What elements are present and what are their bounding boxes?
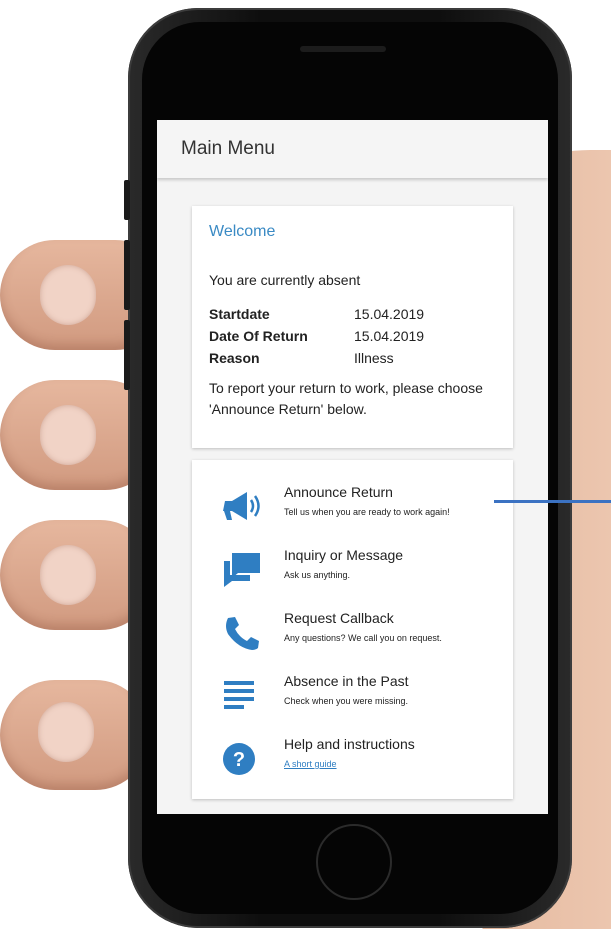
short-guide-link[interactable]: A short guide [284, 759, 337, 769]
side-button [124, 320, 130, 390]
info-label: Startdate [209, 306, 270, 322]
menu-item-label: Request Callback [284, 610, 394, 626]
stage: Main Menu Welcome You are currently abse… [0, 0, 611, 929]
help-icon: ? [223, 743, 255, 775]
menu-item-subtitle: Tell us when you are ready to work again… [284, 507, 450, 517]
info-row-reason: Reason Illness [209, 350, 394, 366]
instruction-text: To report your return to work, please ch… [209, 380, 483, 417]
list-icon [224, 681, 254, 709]
speaker-grille [300, 46, 386, 52]
menu-item-label: Inquiry or Message [284, 547, 404, 563]
svg-text:?: ? [233, 749, 245, 771]
home-button[interactable] [316, 824, 392, 900]
phone-icon [226, 617, 259, 650]
app-bar: Main Menu [157, 120, 548, 178]
menu-card: Announce Return Tell us when you are rea… [192, 460, 513, 799]
megaphone-icon [223, 492, 260, 520]
info-label: Reason [209, 350, 260, 366]
menu-item-label: Help and instructions [284, 736, 415, 752]
page-title: Main Menu [181, 138, 275, 159]
menu-item-announce-return[interactable]: Announce Return Tell us when you are rea… [192, 482, 513, 538]
menu-item-subtitle-wrap: A short guide [284, 759, 337, 769]
info-row-date-of-return: Date Of Return 15.04.2019 [209, 328, 424, 344]
chat-icon [224, 553, 260, 587]
info-row-startdate: Startdate 15.04.2019 [209, 306, 424, 322]
menu-item-inquiry-message[interactable]: Inquiry or Message Ask us anything. [192, 545, 513, 601]
menu-item-request-callback[interactable]: Request Callback Any questions? We call … [192, 608, 513, 664]
menu-item-label: Announce Return [284, 484, 393, 500]
info-value: 15.04.2019 [354, 306, 425, 322]
info-value: 15.04.2019 [354, 328, 425, 344]
menu-item-absence-past[interactable]: Absence in the Past Check when you were … [192, 671, 513, 727]
menu-item-label: Absence in the Past [284, 673, 409, 689]
absence-status: You are currently absent [209, 272, 361, 288]
welcome-card: Welcome You are currently absent Startda… [192, 206, 513, 448]
callout-line [494, 500, 611, 503]
side-button [124, 240, 130, 310]
menu-item-subtitle: Ask us anything. [284, 570, 351, 580]
info-value: Illness [354, 350, 394, 366]
menu-item-help[interactable]: ? Help and instructions A short guide [192, 734, 513, 790]
welcome-title: Welcome [209, 223, 276, 240]
menu-item-subtitle: Check when you were missing. [284, 696, 409, 706]
info-label: Date Of Return [209, 328, 308, 344]
side-button [124, 180, 130, 220]
menu-item-subtitle: Any questions? We call you on request. [284, 633, 442, 643]
phone-screen: Main Menu Welcome You are currently abse… [157, 120, 548, 814]
